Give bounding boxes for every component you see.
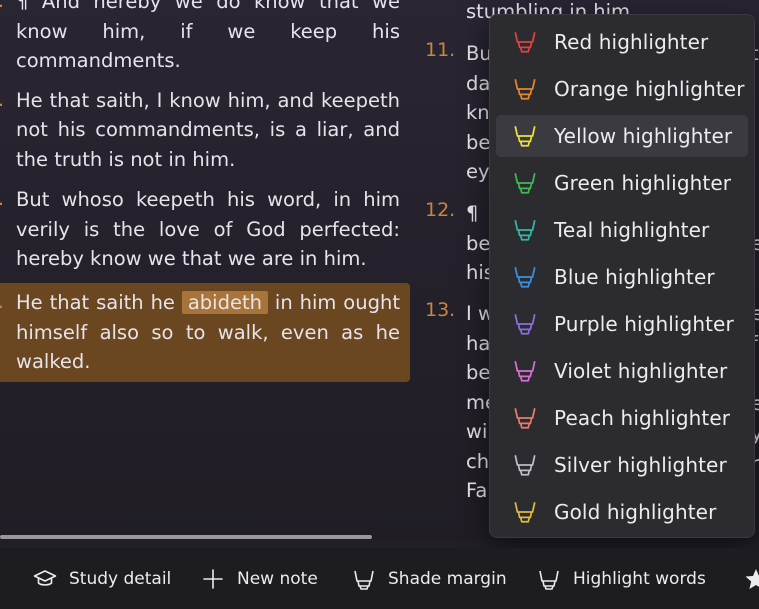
shade-margin-button[interactable]: Shade margin bbox=[352, 548, 507, 609]
menu-item-violet-highlighter[interactable]: Violet highlighter bbox=[496, 350, 748, 392]
left-column: . ¶ And hereby we do know that we know h… bbox=[0, 0, 410, 274]
verse-line: be bbox=[466, 130, 491, 154]
highlight-words-label: Highlight words bbox=[573, 568, 706, 589]
menu-item-label: Gold highlighter bbox=[554, 500, 717, 524]
menu-item-orange-highlighter[interactable]: Orange highlighter bbox=[496, 68, 748, 110]
verse-line: be bbox=[466, 361, 491, 384]
verse-text: He that saith, I know him, and keepeth n… bbox=[16, 88, 400, 171]
verse-number: 11. bbox=[425, 39, 456, 61]
menu-item-peach-highlighter[interactable]: Peach highlighter bbox=[496, 397, 748, 439]
verse-line: ch bbox=[466, 449, 490, 473]
menu-item-label: Teal highlighter bbox=[554, 218, 710, 242]
verse-number: 12. bbox=[425, 199, 456, 221]
menu-item-purple-highlighter[interactable]: Purple highlighter bbox=[496, 303, 748, 345]
menu-item-label: Orange highlighter bbox=[554, 77, 745, 101]
verse-number: 13. bbox=[425, 299, 456, 321]
verse-text-before: He that saith he bbox=[16, 291, 182, 314]
highlighter-icon bbox=[537, 567, 561, 591]
study-detail-button[interactable]: Study detail bbox=[33, 548, 171, 609]
verse-line: wi bbox=[466, 420, 488, 443]
highlighter-icon bbox=[512, 499, 538, 525]
menu-item-gold-highlighter[interactable]: Gold highlighter bbox=[496, 491, 748, 533]
verse-line: ey bbox=[466, 160, 490, 183]
bottom-toolbar: Study detail New note Shade margin Highl… bbox=[0, 548, 759, 609]
new-note-button[interactable]: New note bbox=[201, 548, 318, 609]
highlighted-word[interactable]: abideth bbox=[181, 291, 268, 314]
study-detail-label: Study detail bbox=[69, 568, 172, 589]
highlighter-menu: Red highlighter Orange highlighter Yellow … bbox=[489, 14, 755, 538]
menu-item-silver-highlighter[interactable]: Silver highlighter bbox=[496, 444, 748, 486]
menu-item-label: Yellow highlighter bbox=[554, 124, 733, 148]
verse-3[interactable]: . ¶ And hereby we do know that we know h… bbox=[0, 0, 410, 76]
highlighter-icon bbox=[512, 76, 538, 102]
menu-item-label: Blue highlighter bbox=[554, 265, 715, 289]
menu-item-label: Silver highlighter bbox=[554, 453, 727, 477]
verse-number: . bbox=[0, 0, 4, 17]
menu-item-red-highlighter[interactable]: Red highlighter bbox=[496, 21, 748, 63]
menu-item-label: Peach highlighter bbox=[554, 406, 731, 430]
highlighter-icon bbox=[512, 452, 538, 478]
star-icon bbox=[744, 567, 759, 591]
shade-margin-label: Shade margin bbox=[388, 568, 507, 589]
menu-item-label: Green highlighter bbox=[554, 171, 732, 195]
verse-line: be bbox=[466, 231, 491, 255]
graduation-cap-icon bbox=[33, 567, 57, 591]
menu-item-label: Purple highlighter bbox=[554, 312, 734, 336]
favorite-button[interactable] bbox=[744, 548, 759, 609]
highlighter-icon bbox=[512, 217, 538, 243]
verse-line: Bu bbox=[466, 42, 492, 65]
verse-number: . bbox=[0, 288, 4, 318]
verse-line: da bbox=[466, 71, 491, 95]
highlighter-icon bbox=[512, 123, 538, 149]
verse-number: . bbox=[0, 86, 4, 116]
highlighter-icon bbox=[512, 358, 538, 384]
menu-item-teal-highlighter[interactable]: Teal highlighter bbox=[496, 209, 748, 251]
verse-text: ¶ And hereby we do know that we know him… bbox=[16, 0, 400, 72]
highlighter-icon bbox=[512, 405, 538, 431]
menu-item-label: Violet highlighter bbox=[554, 359, 728, 383]
highlighter-icon bbox=[512, 311, 538, 337]
verse-line: Fa bbox=[466, 479, 488, 502]
verse-line: kn bbox=[466, 101, 490, 124]
menu-item-label: Red highlighter bbox=[554, 30, 709, 54]
verse-line: ¶ bbox=[466, 202, 479, 225]
menu-item-yellow-highlighter[interactable]: Yellow highlighter bbox=[496, 115, 748, 157]
highlighter-icon bbox=[512, 29, 538, 55]
verse-5[interactable]: . But whoso keepeth his word, in him ver… bbox=[0, 185, 410, 274]
highlight-words-button[interactable]: Highlight words bbox=[537, 548, 706, 609]
verse-text: But whoso keepeth his word, in him veril… bbox=[16, 188, 400, 270]
verse-number: . bbox=[0, 185, 4, 215]
highlighter-icon bbox=[512, 264, 538, 290]
horizontal-scrollbar[interactable] bbox=[0, 535, 372, 539]
plus-icon bbox=[201, 567, 225, 591]
highlighter-icon bbox=[512, 170, 538, 196]
verse-4[interactable]: . He that saith, I know him, and keepeth… bbox=[0, 86, 410, 175]
menu-item-blue-highlighter[interactable]: Blue highlighter bbox=[496, 256, 748, 298]
new-note-label: New note bbox=[237, 568, 318, 589]
menu-item-green-highlighter[interactable]: Green highlighter bbox=[496, 162, 748, 204]
verse-6[interactable]: . He that saith he abideth in him ought … bbox=[0, 288, 410, 377]
verse-line: ha bbox=[466, 331, 491, 355]
highlighter-icon bbox=[352, 567, 376, 591]
